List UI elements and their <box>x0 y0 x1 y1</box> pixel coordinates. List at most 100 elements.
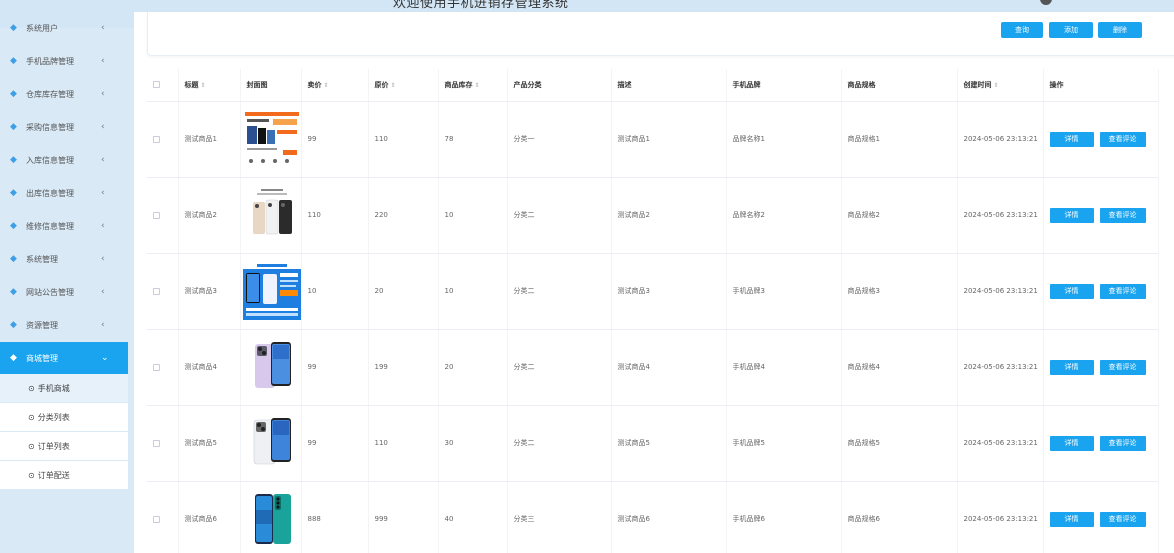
checkbox[interactable] <box>153 439 160 447</box>
sidebar-item-label: 采购信息管理 <box>26 122 74 132</box>
cell-category: 分类一 <box>507 101 612 178</box>
cell-price: 99 <box>301 101 369 178</box>
sidebar-subitem-category-list[interactable]: ⊙ 分类列表 <box>0 403 128 431</box>
sidebar-item-inventory[interactable]: ◆ 仓库库存管理 ‹ <box>0 78 128 110</box>
product-cover-image[interactable] <box>242 414 300 472</box>
product-cover-image[interactable] <box>242 338 300 396</box>
checkbox[interactable] <box>153 81 160 89</box>
cell-orig: 220 <box>368 177 439 254</box>
sidebar-item-stock-out[interactable]: ◆ 出库信息管理 ‹ <box>0 177 128 209</box>
cell-time: 2024-05-06 23:13:21 <box>957 177 1044 254</box>
cell-price: 10 <box>301 253 369 330</box>
row-select[interactable] <box>147 329 179 406</box>
product-cover-image[interactable] <box>242 186 300 244</box>
table-row: 测试商品2 110 220 10 分类二 测试商品2 品牌名称2 商品规格2 2024-05-0… <box>147 177 1159 254</box>
sort-icon[interactable]: ⇕ <box>391 82 396 89</box>
detail-button[interactable]: 详情 <box>1049 359 1094 375</box>
view-comments-button[interactable]: 查看评论 <box>1099 435 1146 451</box>
sidebar-item-brand[interactable]: ◆ 手机品牌管理 ‹ <box>0 45 128 77</box>
row-select[interactable] <box>147 101 179 178</box>
view-comments-button[interactable]: 查看评论 <box>1099 207 1146 223</box>
view-comments-button[interactable]: 查看评论 <box>1099 131 1146 147</box>
row-select[interactable] <box>147 177 179 254</box>
checkbox[interactable] <box>153 515 160 523</box>
diamond-icon: ◆ <box>10 220 17 231</box>
chevron-left-icon: ‹ <box>101 221 105 231</box>
cover-image-cell <box>240 405 302 482</box>
delete-button[interactable]: 删除 <box>1098 22 1142 38</box>
header-select-all[interactable] <box>147 69 179 102</box>
diamond-icon: ◆ <box>10 286 17 297</box>
sort-icon[interactable]: ⇕ <box>324 82 329 89</box>
column-header[interactable]: 卖价 ⇕ <box>301 69 369 102</box>
detail-button[interactable]: 详情 <box>1049 283 1094 299</box>
sidebar-subitem-order-list[interactable]: ⊙ 订单列表 <box>0 432 128 460</box>
cell-spec: 商品规格3 <box>841 253 958 330</box>
sidebar-item-label: 手机品牌管理 <box>26 56 74 66</box>
sidebar-item-stock-in[interactable]: ◆ 入库信息管理 ‹ <box>0 144 128 176</box>
row-select[interactable] <box>147 253 179 330</box>
sidebar-item-system[interactable]: ◆ 系统管理 ‹ <box>0 243 128 275</box>
detail-button[interactable]: 详情 <box>1049 131 1094 147</box>
column-header: 商品规格 <box>841 69 958 102</box>
detail-button[interactable]: 详情 <box>1049 511 1094 527</box>
sidebar-subitem-order-delivery[interactable]: ⊙ 订单配送 <box>0 461 128 489</box>
sidebar-item-mall[interactable]: ◆ 商城管理 ⌄ <box>0 342 128 374</box>
diamond-icon: ◆ <box>10 253 17 264</box>
product-cover-image[interactable] <box>242 490 300 548</box>
cell-title: 测试商品5 <box>178 405 241 482</box>
sidebar-item-purchase[interactable]: ◆ 采购信息管理 ‹ <box>0 111 128 143</box>
circle-check-icon: ⊙ <box>28 470 35 480</box>
detail-button[interactable]: 详情 <box>1049 435 1094 451</box>
view-comments-button[interactable]: 查看评论 <box>1099 359 1146 375</box>
sidebar-item-system-users[interactable]: ◆ 系统用户 ‹ <box>0 12 128 44</box>
add-button[interactable]: 添加 <box>1049 22 1093 38</box>
checkbox[interactable] <box>153 135 160 143</box>
column-header[interactable]: 商品库存 ⇕ <box>438 69 508 102</box>
sidebar-item-announcement[interactable]: ◆ 网站公告管理 ‹ <box>0 276 128 308</box>
row-select[interactable] <box>147 405 179 482</box>
cell-category: 分类二 <box>507 253 612 330</box>
cell-brand: 手机品牌5 <box>726 405 842 482</box>
query-button[interactable]: 查询 <box>1001 22 1043 38</box>
view-comments-button[interactable]: 查看评论 <box>1099 511 1146 527</box>
cell-title: 测试商品6 <box>178 481 241 553</box>
cell-time: 2024-05-06 23:13:21 <box>957 253 1044 330</box>
chevron-left-icon: ‹ <box>101 23 105 33</box>
cell-brand: 品牌名称2 <box>726 177 842 254</box>
chevron-left-icon: ‹ <box>101 287 105 297</box>
diamond-icon: ◆ <box>10 55 17 66</box>
cell-time: 2024-05-06 23:13:21 <box>957 101 1044 178</box>
cell-price: 888 <box>301 481 369 553</box>
table-row: 测试商品4 99 199 20 分类二 测试商品4 手机品牌4 商品规格4 2024-05-06… <box>147 329 1159 406</box>
sort-icon[interactable]: ⇕ <box>475 82 480 89</box>
chevron-left-icon: ‹ <box>101 56 105 66</box>
sidebar-item-label: 仓库库存管理 <box>26 89 74 99</box>
avatar[interactable] <box>1040 0 1052 5</box>
cell-desc: 测试商品4 <box>611 329 727 406</box>
checkbox[interactable] <box>153 287 160 295</box>
product-cover-image[interactable] <box>242 262 300 320</box>
column-header[interactable]: 原价 ⇕ <box>368 69 439 102</box>
sidebar-item-resources[interactable]: ◆ 资源管理 ‹ <box>0 309 128 341</box>
cell-stock: 30 <box>438 405 508 482</box>
sort-icon[interactable]: ⇕ <box>994 82 999 89</box>
detail-button[interactable]: 详情 <box>1049 207 1094 223</box>
column-header[interactable]: 标题 ⇕ <box>178 69 241 102</box>
view-comments-button[interactable]: 查看评论 <box>1099 283 1146 299</box>
sort-icon[interactable]: ⇕ <box>201 82 206 89</box>
checkbox[interactable] <box>153 211 160 219</box>
circle-check-icon: ⊙ <box>28 441 35 451</box>
checkbox[interactable] <box>153 363 160 371</box>
column-header[interactable]: 创建时间 ⇕ <box>957 69 1044 102</box>
row-select[interactable] <box>147 481 179 553</box>
search-panel: 查询 添加 删除 <box>147 12 1174 56</box>
product-cover-image[interactable] <box>242 110 300 168</box>
cell-price: 110 <box>301 177 369 254</box>
sidebar-subitem-phone-mall[interactable]: ⊙ 手机商城 <box>0 374 128 402</box>
cell-desc: 测试商品5 <box>611 405 727 482</box>
cell-desc: 测试商品3 <box>611 253 727 330</box>
sidebar-item-label: 网站公告管理 <box>26 287 74 297</box>
circle-check-icon: ⊙ <box>28 383 35 393</box>
sidebar-item-repair[interactable]: ◆ 维修信息管理 ‹ <box>0 210 128 242</box>
